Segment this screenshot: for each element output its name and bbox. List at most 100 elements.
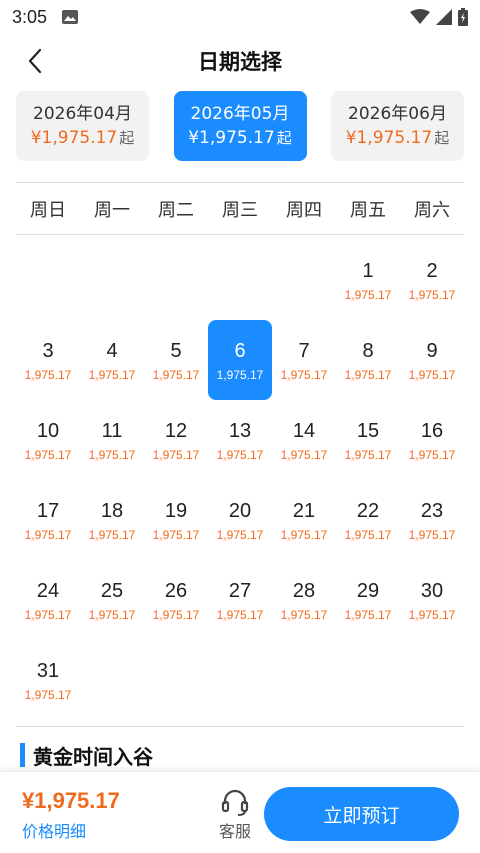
month-label: 2026年04月: [33, 104, 132, 124]
day-price: 1,975.17: [344, 448, 392, 462]
calendar-day[interactable]: 19 1,975.17: [144, 480, 208, 560]
back-button[interactable]: [22, 48, 48, 74]
calendar-day[interactable]: 16 1,975.17: [400, 400, 464, 480]
day-number: 23: [420, 500, 444, 522]
day-price: 1,975.17: [152, 448, 200, 462]
day-price: 1,975.17: [152, 528, 200, 542]
calendar-day[interactable]: 20 1,975.17: [208, 480, 272, 560]
day-price: 1,975.17: [408, 528, 456, 542]
calendar-day[interactable]: 2 1,975.17: [400, 240, 464, 320]
calendar-day[interactable]: 30 1,975.17: [400, 560, 464, 640]
calendar-grid: 1 1,975.17 2 1,975.17 3 1,975.17 4 1,975.17 5 1,9…: [16, 240, 464, 720]
calendar-empty-cell: [208, 240, 272, 320]
day-number: 22: [356, 500, 380, 522]
month-tab-2026-06[interactable]: 2026年06月 ¥1,975.17 起: [331, 91, 464, 161]
day-price: 1,975.17: [408, 608, 456, 622]
day-price: 1,975.17: [216, 448, 264, 462]
day-price: 1,975.17: [280, 608, 328, 622]
day-number: 11: [101, 420, 123, 442]
day-price: 1,975.17: [88, 608, 136, 622]
day-number: 1: [362, 260, 374, 282]
book-now-button[interactable]: 立即预订: [264, 787, 459, 841]
month-tab-2026-05[interactable]: 2026年05月 ¥1,975.17 起: [173, 91, 307, 161]
divider: [16, 726, 464, 727]
status-time: 3:05: [12, 6, 48, 27]
signal-icon: [436, 9, 452, 25]
day-number: 10: [36, 420, 60, 442]
day-number: 15: [356, 420, 380, 442]
calendar-day[interactable]: 10 1,975.17: [16, 400, 80, 480]
calendar-day[interactable]: 23 1,975.17: [400, 480, 464, 560]
day-price: 1,975.17: [216, 528, 264, 542]
day-price: 1,975.17: [344, 528, 392, 542]
day-number: 25: [100, 580, 124, 602]
calendar-day[interactable]: 18 1,975.17: [80, 480, 144, 560]
day-price: 1,975.17: [408, 448, 456, 462]
calendar-day[interactable]: 28 1,975.17: [272, 560, 336, 640]
day-price: 1,975.17: [344, 368, 392, 382]
day-number: 3: [42, 340, 54, 362]
day-price: 1,975.17: [216, 368, 264, 382]
day-price: 1,975.17: [152, 368, 200, 382]
day-number: 12: [164, 420, 188, 442]
day-number: 20: [228, 500, 252, 522]
calendar-day[interactable]: 12 1,975.17: [144, 400, 208, 480]
calendar-day-selected[interactable]: 6 1,975.17: [208, 320, 272, 400]
customer-service-button[interactable]: 客服: [214, 788, 256, 844]
month-price-suffix: 起: [119, 129, 135, 147]
weekday-label: 周三: [222, 199, 258, 221]
month-price-row: ¥1,975.17 起: [31, 126, 135, 150]
month-selector: 2026年04月 ¥1,975.17 起 2026年05月 ¥1,975.17 …: [16, 91, 464, 161]
calendar-day[interactable]: 13 1,975.17: [208, 400, 272, 480]
battery-icon: [458, 8, 468, 26]
day-price: 1,975.17: [24, 448, 72, 462]
day-number: 18: [100, 500, 124, 522]
calendar-empty-cell: [16, 240, 80, 320]
day-number: 24: [36, 580, 60, 602]
day-number: 7: [298, 340, 310, 362]
calendar-day[interactable]: 27 1,975.17: [208, 560, 272, 640]
calendar-day[interactable]: 8 1,975.17: [336, 320, 400, 400]
day-number: 8: [362, 340, 374, 362]
month-price-row: ¥1,975.17 起: [346, 126, 450, 150]
day-price: 1,975.17: [344, 608, 392, 622]
back-arrow-icon: [27, 48, 43, 74]
calendar-day[interactable]: 17 1,975.17: [16, 480, 80, 560]
month-price-suffix: 起: [276, 129, 292, 147]
calendar-day[interactable]: 21 1,975.17: [272, 480, 336, 560]
calendar-day[interactable]: 14 1,975.17: [272, 400, 336, 480]
calendar-empty-cell: [80, 240, 144, 320]
price-detail-link[interactable]: 价格明细: [22, 818, 86, 842]
calendar-day[interactable]: 5 1,975.17: [144, 320, 208, 400]
calendar-day[interactable]: 25 1,975.17: [80, 560, 144, 640]
page-header: 日期选择: [0, 38, 480, 84]
calendar-day[interactable]: 4 1,975.17: [80, 320, 144, 400]
calendar-empty-cell: [272, 240, 336, 320]
customer-service-label: 客服: [218, 822, 251, 841]
calendar-day[interactable]: 29 1,975.17: [336, 560, 400, 640]
day-price: 1,975.17: [216, 608, 264, 622]
day-number: 31: [36, 660, 60, 682]
calendar-empty-cell: [144, 240, 208, 320]
month-tab-2026-04[interactable]: 2026年04月 ¥1,975.17 起: [16, 91, 149, 161]
calendar-day[interactable]: 1 1,975.17: [336, 240, 400, 320]
calendar-day[interactable]: 15 1,975.17: [336, 400, 400, 480]
calendar-day[interactable]: 9 1,975.17: [400, 320, 464, 400]
day-number: 19: [164, 500, 188, 522]
month-price-row: ¥1,975.17 起: [188, 126, 292, 150]
day-price: 1,975.17: [88, 448, 136, 462]
calendar-day[interactable]: 11 1,975.17: [80, 400, 144, 480]
day-number: 2: [426, 260, 438, 282]
day-price: 1,975.17: [408, 288, 456, 302]
calendar-day[interactable]: 3 1,975.17: [16, 320, 80, 400]
weekday-label: 周日: [30, 199, 66, 221]
weekday-label: 周六: [414, 199, 450, 221]
calendar-day[interactable]: 24 1,975.17: [16, 560, 80, 640]
day-price: 1,975.17: [344, 288, 392, 302]
calendar-day[interactable]: 22 1,975.17: [336, 480, 400, 560]
calendar-day[interactable]: 7 1,975.17: [272, 320, 336, 400]
calendar-day[interactable]: 26 1,975.17: [144, 560, 208, 640]
wifi-icon: [410, 9, 430, 25]
month-label: 2026年06月: [348, 104, 447, 124]
calendar-day[interactable]: 31 1,975.17: [16, 640, 80, 720]
